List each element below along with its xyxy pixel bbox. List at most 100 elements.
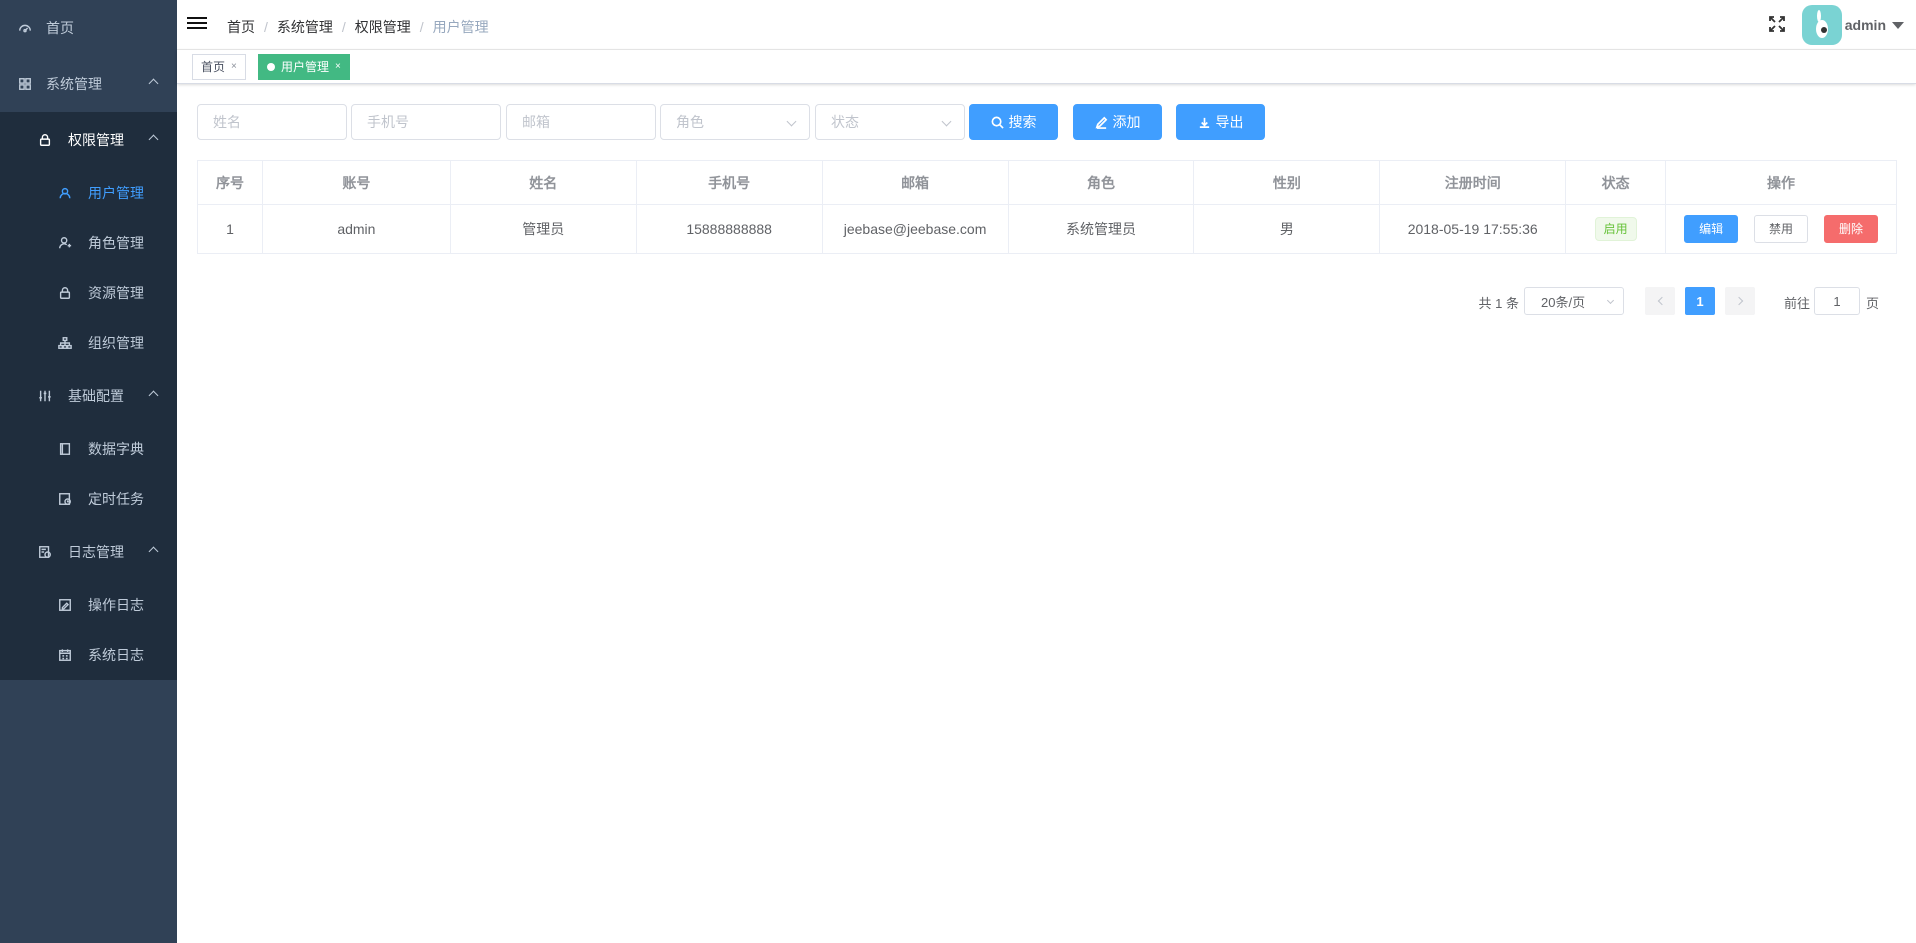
- add-button[interactable]: 添加: [1073, 104, 1162, 140]
- sidebar-item-label: 首页: [46, 20, 74, 36]
- avatar-image-icon: [1816, 10, 1828, 38]
- breadcrumb: 首页 / 系统管理 / 权限管理 / 用户管理: [227, 17, 489, 37]
- cell-role: 系统管理员: [1007, 204, 1195, 254]
- delete-button[interactable]: 删除: [1823, 215, 1878, 243]
- tag-user-management[interactable]: 用户管理 ×: [258, 54, 350, 80]
- breadcrumb-item-current: 用户管理: [432, 19, 489, 35]
- sidebar-item-label: 系统管理: [46, 76, 102, 92]
- cell-name: 管理员: [449, 204, 637, 254]
- search-button-label: 搜索: [1008, 114, 1037, 130]
- caret-down-icon[interactable]: [1892, 22, 1904, 29]
- tag-label: 首页: [201, 60, 226, 74]
- column-header: 性别: [1193, 160, 1381, 205]
- sidebar-item-org-management[interactable]: 组织管理: [0, 318, 177, 368]
- page-size-value: 20条/页: [1541, 294, 1586, 310]
- download-icon: [1199, 117, 1209, 128]
- page-number-current[interactable]: 1: [1685, 287, 1715, 315]
- sidebar-item-label: 基础配置: [68, 388, 124, 404]
- user-table: 序号 账号 姓名 手机号 邮箱 角色 性别 注册时间 状态 操作 1 admin…: [197, 160, 1897, 254]
- sidebar-item-operation-log[interactable]: 操作日志: [0, 580, 177, 630]
- role-select-placeholder: 角色: [676, 114, 704, 130]
- breadcrumb-item-system[interactable]: 系统管理: [277, 17, 333, 37]
- book-icon: [56, 440, 74, 458]
- cell-account: admin: [261, 204, 451, 254]
- close-icon[interactable]: ×: [231, 55, 237, 79]
- sidebar-item-log-management[interactable]: 日志管理: [0, 524, 177, 580]
- close-icon[interactable]: ×: [335, 55, 341, 79]
- search-button[interactable]: 搜索: [969, 104, 1058, 140]
- sidebar-item-label: 组织管理: [88, 335, 144, 351]
- cell-registered: 2018-05-19 17:55:36: [1379, 204, 1567, 254]
- sidebar-item-role-management[interactable]: 角色管理: [0, 218, 177, 268]
- name-input[interactable]: [197, 104, 347, 140]
- sidebar-item-user-management[interactable]: 用户管理: [0, 168, 177, 218]
- tag-label: 用户管理: [281, 60, 330, 74]
- phone-input[interactable]: [351, 104, 501, 140]
- edit-log-icon: [56, 596, 74, 614]
- goto-page-input[interactable]: [1814, 287, 1860, 315]
- sidebar-item-label: 日志管理: [68, 544, 124, 560]
- fullscreen-icon[interactable]: [1768, 15, 1786, 33]
- breadcrumb-separator: /: [264, 19, 268, 35]
- cell-index: 1: [197, 204, 263, 254]
- sidebar-item-home[interactable]: 首页: [0, 0, 177, 56]
- sidebar-item-base-config[interactable]: 基础配置: [0, 368, 177, 424]
- next-page-button[interactable]: [1725, 287, 1755, 315]
- chevron-right-icon: [1734, 296, 1743, 306]
- chevron-up-icon: [148, 390, 159, 401]
- sidebar-item-system-log[interactable]: 系统日志: [0, 630, 177, 680]
- goto-prefix: 前往: [1784, 296, 1811, 311]
- sidebar-item-label: 系统日志: [88, 647, 144, 663]
- column-header: 邮箱: [821, 160, 1009, 205]
- dashboard-icon: [16, 19, 34, 37]
- chevron-up-icon: [148, 546, 159, 557]
- email-input[interactable]: [506, 104, 656, 140]
- log-icon: [36, 543, 54, 561]
- status-select[interactable]: 状态: [815, 104, 965, 140]
- status-select-placeholder: 状态: [831, 114, 859, 130]
- chevron-down-icon: [1606, 296, 1615, 305]
- user-role-icon: [56, 234, 74, 252]
- edit-button[interactable]: 编辑: [1684, 215, 1739, 243]
- column-header: 序号: [197, 160, 263, 205]
- sliders-icon: [36, 387, 54, 405]
- sidebar: 首页 系统管理 权限管理 用户管理 角色管理 资源管理 组织管理 基础配置 数据…: [0, 0, 177, 943]
- clock-doc-icon: [56, 490, 74, 508]
- sidebar-item-label: 角色管理: [88, 235, 144, 251]
- column-header: 手机号: [635, 160, 823, 205]
- add-button-label: 添加: [1112, 114, 1141, 130]
- sidebar-item-scheduled-task[interactable]: 定时任务: [0, 474, 177, 524]
- pagination-total: 共 1 条: [1478, 296, 1519, 311]
- lock-icon: [56, 284, 74, 302]
- prev-page-button[interactable]: [1645, 287, 1675, 315]
- hamburger-menu-icon[interactable]: [187, 14, 207, 34]
- avatar[interactable]: [1802, 5, 1842, 45]
- sidebar-item-data-dictionary[interactable]: 数据字典: [0, 424, 177, 474]
- username[interactable]: admin: [1845, 17, 1886, 33]
- table-header-row: 序号 账号 姓名 手机号 邮箱 角色 性别 注册时间 状态 操作: [197, 160, 1897, 205]
- chevron-up-icon: [148, 78, 159, 89]
- column-header: 账号: [261, 160, 451, 205]
- cell-phone: 15888888888: [635, 204, 823, 254]
- page-size-select[interactable]: 20条/页: [1524, 287, 1624, 315]
- cell-actions: 编辑 禁用 删除: [1665, 204, 1897, 254]
- tag-home[interactable]: 首页 ×: [192, 54, 246, 80]
- export-button[interactable]: 导出: [1176, 104, 1265, 140]
- filter-bar: 角色 状态 搜索 添加 导出: [0, 104, 1916, 140]
- sidebar-item-label: 资源管理: [88, 285, 144, 301]
- grid-icon: [16, 75, 34, 93]
- column-header: 角色: [1007, 160, 1195, 205]
- column-header: 操作: [1665, 160, 1897, 205]
- role-select[interactable]: 角色: [660, 104, 810, 140]
- active-dot-icon: [267, 63, 275, 71]
- sidebar-item-label: 定时任务: [88, 491, 144, 507]
- breadcrumb-item-home[interactable]: 首页: [227, 17, 255, 37]
- sidebar-item-label: 操作日志: [88, 597, 144, 613]
- sidebar-item-resource-management[interactable]: 资源管理: [0, 268, 177, 318]
- column-header: 注册时间: [1379, 160, 1567, 205]
- user-icon: [56, 184, 74, 202]
- sidebar-item-label: 用户管理: [88, 185, 144, 201]
- breadcrumb-item-permission[interactable]: 权限管理: [355, 17, 411, 37]
- disable-button[interactable]: 禁用: [1754, 215, 1809, 243]
- navbar: 首页 / 系统管理 / 权限管理 / 用户管理 admin: [177, 0, 1916, 50]
